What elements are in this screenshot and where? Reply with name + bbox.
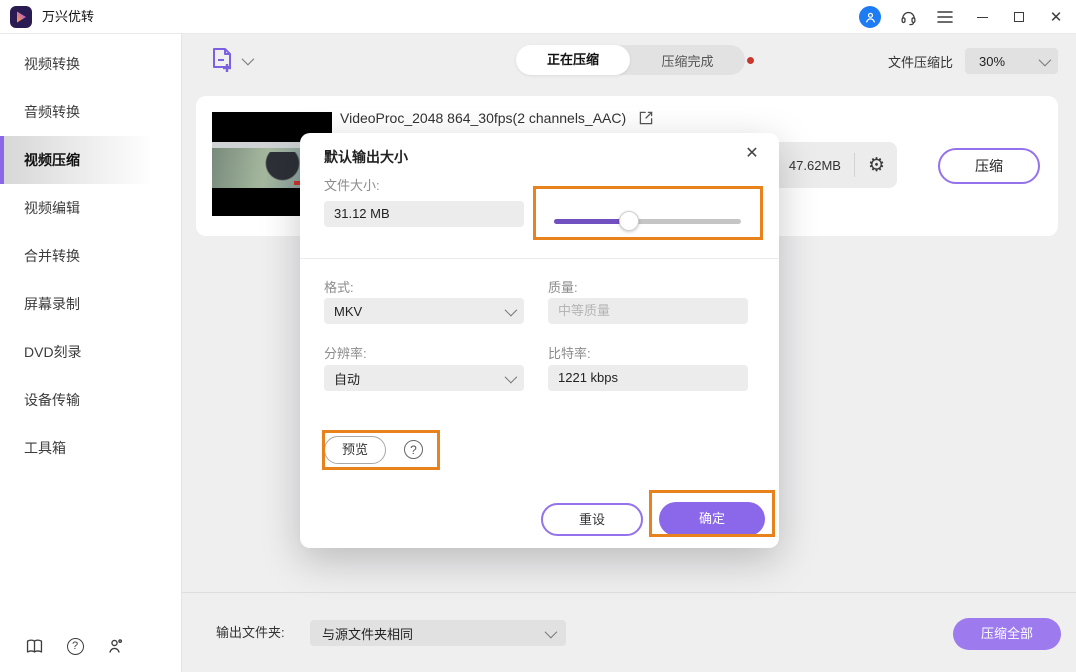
slider-thumb[interactable] bbox=[619, 211, 639, 231]
compress-button[interactable]: 压缩 bbox=[938, 148, 1040, 184]
app-window: 万兴优转 ✕ bbox=[0, 0, 1076, 672]
tab-compressed-label: 压缩完成 bbox=[661, 54, 713, 69]
format-select[interactable]: MKV bbox=[324, 298, 524, 324]
file-size-label: 文件大小: bbox=[324, 175, 380, 194]
user-guide-book-icon[interactable] bbox=[24, 636, 44, 656]
minimize-button[interactable] bbox=[972, 7, 992, 27]
output-folder-select[interactable]: 与源文件夹相同 bbox=[310, 620, 566, 646]
sidebar-item-dvd-burn[interactable]: DVD刻录 bbox=[0, 328, 181, 376]
notification-dot bbox=[747, 57, 754, 64]
menu-icon[interactable] bbox=[935, 7, 955, 27]
output-size-value: 47.62MB bbox=[789, 158, 841, 173]
main-area: 正在压缩 压缩完成 文件压缩比 30% Video bbox=[182, 34, 1076, 672]
app-logo-icon bbox=[10, 6, 32, 28]
slider-fill bbox=[554, 219, 629, 224]
chevron-down-icon bbox=[505, 303, 518, 316]
sidebar-item-video-compress[interactable]: 视频压缩 bbox=[0, 136, 181, 184]
sidebar-item-toolbox[interactable]: 工具箱 bbox=[0, 424, 181, 472]
chevron-down-icon bbox=[1039, 53, 1052, 66]
resolution-select[interactable]: 自动 bbox=[324, 365, 524, 391]
sidebar-footer: ? bbox=[24, 636, 126, 656]
sidebar-menu: 视频转换 音频转换 视频压缩 视频编辑 合并转换 屏幕录制 DVD刻录 设备传输… bbox=[0, 34, 181, 472]
format-label: 格式: bbox=[324, 277, 354, 296]
tab-compressing[interactable]: 正在压缩 bbox=[516, 45, 630, 75]
compress-all-button[interactable]: 压缩全部 bbox=[953, 618, 1061, 650]
file-size-field[interactable]: 31.12 MB bbox=[324, 201, 524, 227]
compress-tabs: 正在压缩 压缩完成 bbox=[516, 45, 745, 75]
edit-name-icon[interactable] bbox=[638, 110, 654, 126]
default-output-size-dialog: 默认输出大小 ✕ 文件大小: 31.12 MB 格式: MKV 质量: 中等质量… bbox=[300, 133, 779, 548]
file-name: VideoProc_2048 864_30fps(2 channels_AAC) bbox=[340, 110, 626, 126]
close-button[interactable]: ✕ bbox=[1046, 7, 1066, 27]
maximize-button[interactable] bbox=[1009, 7, 1029, 27]
preview-button[interactable]: 预览 bbox=[324, 436, 386, 464]
chevron-down-icon bbox=[505, 370, 518, 383]
quality-label: 质量: bbox=[548, 277, 578, 296]
tab-compressed[interactable]: 压缩完成 bbox=[630, 51, 745, 70]
app-title: 万兴优转 bbox=[42, 0, 94, 34]
help-icon[interactable]: ? bbox=[65, 636, 85, 656]
format-value: MKV bbox=[334, 304, 362, 319]
file-size-slider[interactable] bbox=[554, 208, 741, 234]
headset-icon[interactable] bbox=[898, 7, 918, 27]
chevron-down-icon bbox=[545, 625, 558, 638]
bitrate-label: 比特率: bbox=[548, 343, 591, 362]
dialog-close-icon[interactable]: ✕ bbox=[741, 143, 763, 165]
titlebar-controls: ✕ bbox=[859, 0, 1066, 34]
sidebar-item-video-convert[interactable]: 视频转换 bbox=[0, 40, 181, 88]
add-file-button[interactable] bbox=[210, 47, 251, 73]
chevron-down-icon bbox=[242, 52, 255, 65]
sidebar-item-device-transfer[interactable]: 设备传输 bbox=[0, 376, 181, 424]
preview-help-icon[interactable]: ? bbox=[404, 440, 423, 459]
compress-ratio-label: 文件压缩比 bbox=[888, 52, 953, 71]
bitrate-field[interactable]: 1221 kbps bbox=[548, 365, 748, 391]
ok-button[interactable]: 确定 bbox=[659, 502, 765, 536]
compress-ratio-select[interactable]: 30% bbox=[965, 48, 1058, 74]
compress-ratio-value: 30% bbox=[979, 54, 1005, 69]
sidebar-item-screen-record[interactable]: 屏幕录制 bbox=[0, 280, 181, 328]
user-avatar[interactable] bbox=[859, 6, 881, 28]
sidebar-item-audio-convert[interactable]: 音频转换 bbox=[0, 88, 181, 136]
dialog-title: 默认输出大小 bbox=[324, 147, 408, 167]
contact-person-icon[interactable] bbox=[106, 636, 126, 656]
divider bbox=[854, 153, 855, 177]
settings-gear-icon[interactable]: ⚙ bbox=[868, 156, 885, 175]
output-folder-label: 输出文件夹: bbox=[216, 620, 285, 646]
sidebar-item-video-edit[interactable]: 视频编辑 bbox=[0, 184, 181, 232]
resolution-value: 自动 bbox=[334, 369, 360, 388]
divider bbox=[300, 258, 779, 259]
quality-field: 中等质量 bbox=[548, 298, 748, 324]
titlebar: 万兴优转 ✕ bbox=[0, 0, 1076, 34]
bottom-bar: 输出文件夹: 与源文件夹相同 压缩全部 bbox=[182, 593, 1076, 672]
compress-ratio-control: 文件压缩比 30% bbox=[888, 48, 1058, 74]
reset-button[interactable]: 重设 bbox=[541, 503, 643, 536]
resolution-label: 分辨率: bbox=[324, 343, 367, 362]
sidebar-item-merge-convert[interactable]: 合并转换 bbox=[0, 232, 181, 280]
sidebar: 视频转换 音频转换 视频压缩 视频编辑 合并转换 屏幕录制 DVD刻录 设备传输… bbox=[0, 34, 182, 672]
output-folder-value: 与源文件夹相同 bbox=[322, 624, 413, 643]
